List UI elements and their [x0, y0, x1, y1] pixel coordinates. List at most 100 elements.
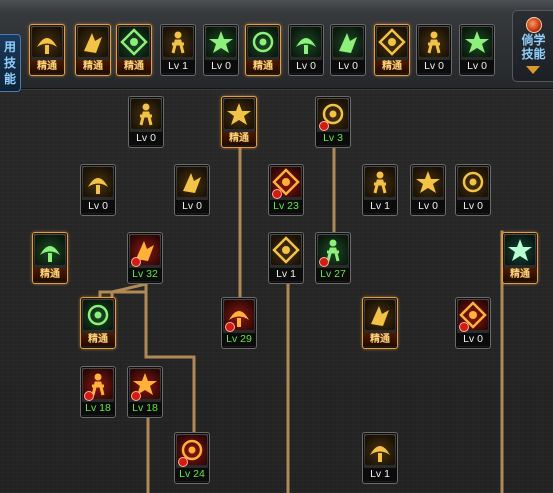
tree-skill-s6[interactable]: Lv 23 — [268, 164, 304, 216]
quick-slot-t7[interactable]: Lv 0 — [288, 24, 324, 76]
skill-level-label: Lv 1 — [161, 60, 195, 73]
warning-badge-icon — [84, 391, 94, 401]
skill-level-label: 精通 — [30, 60, 64, 73]
dash-figure-icon — [291, 27, 321, 57]
warning-badge-icon — [272, 189, 282, 199]
skill-tree-panel: 用 技能 倘学 技能 精通 精通 精通 Lv 1 Lv 0 精通 Lv 0 Lv 0 精通 Lv … — [0, 0, 553, 493]
quick-slot-t10[interactable]: Lv 0 — [416, 24, 452, 76]
skill-level-label: Lv 3 — [316, 132, 350, 145]
slide-figure-icon — [365, 435, 395, 465]
tree-skill-s5[interactable]: Lv 0 — [174, 164, 210, 216]
crescent-slash-icon — [177, 167, 207, 197]
crouch-figure-icon — [78, 27, 108, 57]
tree-skill-s17[interactable]: 精通 — [362, 297, 398, 349]
skill-level-label: Lv 1 — [363, 468, 397, 481]
leap-strike-icon — [458, 167, 488, 197]
shield-icon — [365, 300, 395, 330]
target-icon — [206, 27, 236, 57]
skill-level-label: Lv 32 — [128, 268, 162, 281]
tree-skill-s15[interactable]: 精通 — [80, 297, 116, 349]
skill-level-label: Lv 18 — [128, 402, 162, 415]
skill-level-label: Lv 29 — [222, 333, 256, 346]
skill-level-label: Lv 0 — [417, 60, 451, 73]
quick-slot-t4[interactable]: Lv 1 — [160, 24, 196, 76]
skill-level-label: 精通 — [76, 60, 110, 73]
quick-slot-t2[interactable]: 精通 — [75, 24, 111, 76]
quick-slot-t1[interactable]: 精通 — [29, 24, 65, 76]
tree-skill-s13[interactable]: Lv 27 — [315, 232, 351, 284]
quick-slot-t9[interactable]: 精通 — [374, 24, 410, 76]
skill-level-label: Lv 0 — [331, 60, 365, 73]
skill-level-label: 精通 — [222, 132, 256, 145]
skill-level-label: Lv 0 — [456, 200, 490, 213]
quick-slot-t8[interactable]: Lv 0 — [330, 24, 366, 76]
arrow-dash-icon — [83, 300, 113, 330]
skill-level-label: Lv 23 — [269, 200, 303, 213]
tree-skill-s22[interactable]: Lv 1 — [362, 432, 398, 484]
quick-slot-t5[interactable]: Lv 0 — [203, 24, 239, 76]
tree-skill-s18[interactable]: Lv 0 — [455, 297, 491, 349]
skill-level-label: Lv 24 — [175, 468, 209, 481]
wings-icon — [163, 27, 193, 57]
warning-badge-icon — [319, 121, 329, 131]
double-figure-icon — [333, 27, 363, 57]
skill-level-label: Lv 1 — [269, 268, 303, 281]
flame-wings-icon — [365, 167, 395, 197]
skill-level-label: 精通 — [117, 60, 151, 73]
warning-badge-icon — [131, 257, 141, 267]
skill-level-label: 精通 — [375, 60, 409, 73]
tree-skill-s10[interactable]: 精通 — [32, 232, 68, 284]
sit-figure-icon — [32, 27, 62, 57]
warning-badge-icon — [225, 322, 235, 332]
skill-level-label: Lv 0 — [289, 60, 323, 73]
tree-skill-s11[interactable]: Lv 32 — [127, 232, 163, 284]
kick-figure-icon — [119, 27, 149, 57]
quick-slot-t6[interactable]: 精通 — [245, 24, 281, 76]
quick-slot-t3[interactable]: 精通 — [116, 24, 152, 76]
spark-burst-icon — [83, 167, 113, 197]
muscle-figure-icon — [419, 27, 449, 57]
tree-skill-s3[interactable]: Lv 3 — [315, 96, 351, 148]
skill-level-label: Lv 0 — [175, 200, 209, 213]
tree-skill-s21[interactable]: Lv 24 — [174, 432, 210, 484]
warning-badge-icon — [178, 457, 188, 467]
skill-level-label: Lv 0 — [129, 132, 163, 145]
tree-skill-s4[interactable]: Lv 0 — [80, 164, 116, 216]
tree-skill-s12[interactable]: Lv 1 — [268, 232, 304, 284]
warning-badge-icon — [131, 391, 141, 401]
skill-level-label: Lv 18 — [81, 402, 115, 415]
skill-level-label: 精通 — [246, 60, 280, 73]
skill-level-label: Lv 0 — [411, 200, 445, 213]
skill-level-label: Lv 0 — [456, 333, 490, 346]
tree-skill-s8[interactable]: Lv 0 — [410, 164, 446, 216]
skill-level-label: 精通 — [33, 268, 67, 281]
eye-orb-icon — [377, 27, 407, 57]
tree-skill-s19[interactable]: Lv 18 — [80, 366, 116, 418]
tree-skill-s20[interactable]: Lv 18 — [127, 366, 163, 418]
tree-skill-s16[interactable]: Lv 29 — [221, 297, 257, 349]
skill-level-label: 精通 — [363, 333, 397, 346]
tree-skill-s2[interactable]: 精通 — [221, 96, 257, 148]
skill-level-label: 精通 — [503, 268, 537, 281]
star-glow-icon — [505, 235, 535, 265]
skill-level-label: Lv 0 — [81, 200, 115, 213]
tree-skill-s1[interactable]: Lv 0 — [128, 96, 164, 148]
warning-badge-icon — [319, 257, 329, 267]
kneel-icon — [413, 167, 443, 197]
tree-skill-s7[interactable]: Lv 1 — [362, 164, 398, 216]
warning-badge-icon — [459, 322, 469, 332]
skill-level-label: Lv 1 — [363, 200, 397, 213]
skill-level-label: Lv 0 — [460, 60, 494, 73]
claw-icon — [131, 99, 161, 129]
body-aura-icon — [35, 235, 65, 265]
skill-level-label: Lv 0 — [204, 60, 238, 73]
light-pillar-icon — [271, 235, 301, 265]
walk-figure-icon — [462, 27, 492, 57]
quick-slot-t11[interactable]: Lv 0 — [459, 24, 495, 76]
target-gear-icon — [248, 27, 278, 57]
skill-level-label: Lv 27 — [316, 268, 350, 281]
tree-skill-s9[interactable]: Lv 0 — [455, 164, 491, 216]
crowd-icon — [224, 99, 254, 129]
skill-level-label: 精通 — [81, 333, 115, 346]
tree-skill-s14[interactable]: 精通 — [502, 232, 538, 284]
